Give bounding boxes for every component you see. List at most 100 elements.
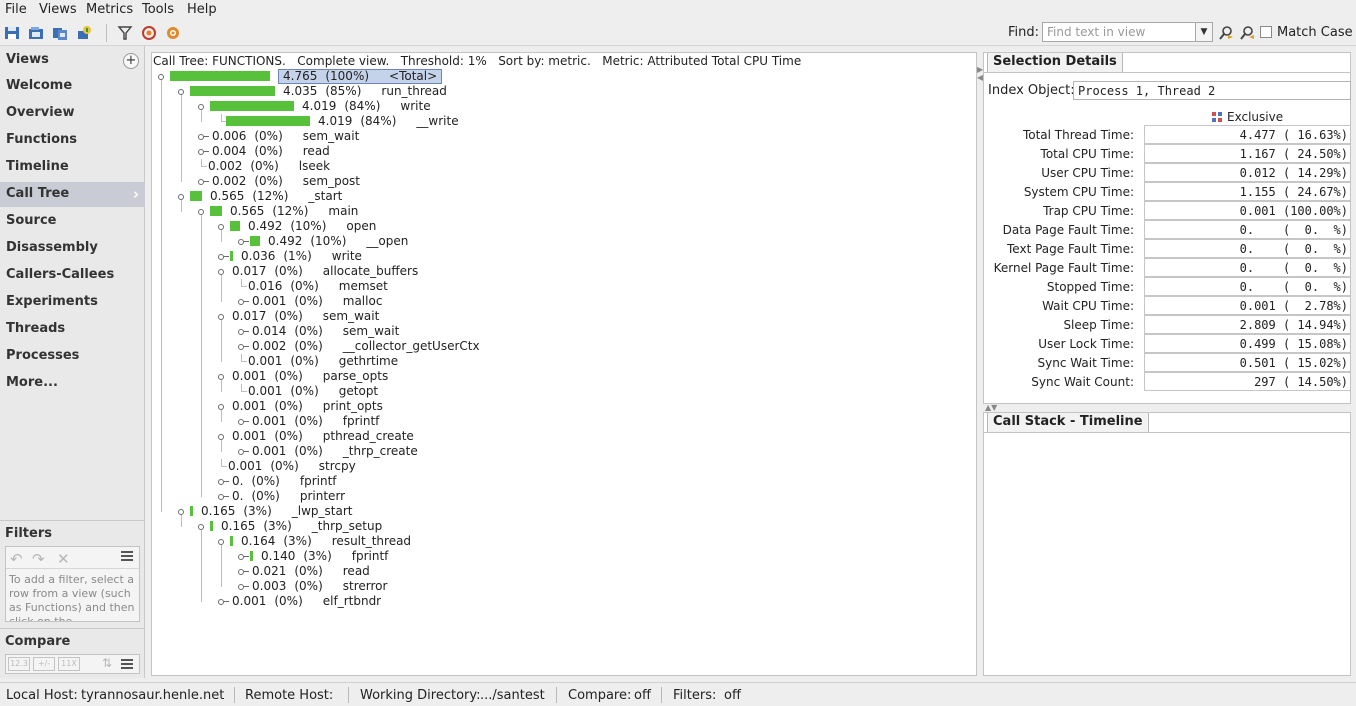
tree-row[interactable]: 0.017 (0%) sem_wait: [152, 309, 972, 324]
tree-expand-toggle-icon[interactable]: [198, 179, 204, 185]
compare-absolute-button[interactable]: 12.3: [8, 657, 30, 671]
tree-collapse-toggle-icon[interactable]: [218, 404, 224, 410]
tree-row[interactable]: 0.016 (0%) memset: [152, 279, 972, 294]
tree-row[interactable]: 0.164 (3%) result_thread: [152, 534, 972, 549]
view-item-call-tree[interactable]: Call Tree ›: [0, 182, 145, 207]
tree-row[interactable]: 0.002 (0%) sem_post: [152, 174, 972, 189]
tree-expand-toggle-icon[interactable]: [238, 449, 244, 455]
tree-row[interactable]: 0.004 (0%) read: [152, 144, 972, 159]
tree-row[interactable]: 0. (0%) printerr: [152, 489, 972, 504]
view-item-timeline[interactable]: Timeline: [0, 155, 145, 180]
tree-row[interactable]: 0.001 (0%) getopt: [152, 384, 972, 399]
tree-row[interactable]: 0.140 (3%) fprintf: [152, 549, 972, 564]
settings-gear-icon[interactable]: [164, 24, 182, 42]
tree-collapse-toggle-icon[interactable]: [158, 74, 164, 80]
view-item-source[interactable]: Source: [0, 209, 145, 234]
compare-ratio-button[interactable]: 11X: [58, 657, 80, 671]
compare-menu-icon[interactable]: [121, 659, 133, 671]
tab-call-stack-timeline[interactable]: Call Stack - Timeline: [987, 413, 1149, 433]
tree-row[interactable]: 0.021 (0%) read: [152, 564, 972, 579]
tree-expand-toggle-icon[interactable]: [238, 554, 244, 560]
tree-row[interactable]: 0.565 (12%) main: [152, 204, 972, 219]
tree-row[interactable]: 0.001 (0%) strcpy: [152, 459, 972, 474]
compare-sort-icon[interactable]: ⇅: [102, 656, 112, 670]
tree-row[interactable]: 0.001 (0%) print_opts: [152, 399, 972, 414]
tree-row[interactable]: 0.001 (0%) fprintf: [152, 414, 972, 429]
tree-collapse-toggle-icon[interactable]: [218, 224, 224, 230]
tree-expand-toggle-icon[interactable]: [238, 569, 244, 575]
tree-expand-toggle-icon[interactable]: [238, 239, 244, 245]
tree-expand-toggle-icon[interactable]: [198, 134, 204, 140]
tree-row[interactable]: 0.003 (0%) strerror: [152, 579, 972, 594]
menu-file[interactable]: File: [5, 2, 27, 17]
view-item-more[interactable]: More...: [0, 371, 145, 396]
tree-row[interactable]: 0.006 (0%) sem_wait: [152, 129, 972, 144]
view-item-welcome[interactable]: Welcome: [0, 74, 145, 99]
tree-row[interactable]: 4.019 (84%) write: [152, 99, 972, 114]
undo-filter-icon[interactable]: ↶: [10, 550, 23, 568]
tree-row[interactable]: 0.002 (0%) __collector_getUserCtx: [152, 339, 972, 354]
tree-expand-toggle-icon[interactable]: [218, 494, 224, 500]
open-experiment-icon[interactable]: [27, 24, 45, 42]
tree-row[interactable]: 0.001 (0%) gethrtime: [152, 354, 972, 369]
find-next-icon[interactable]: [1238, 24, 1256, 42]
redo-filter-icon[interactable]: ↷: [32, 550, 45, 568]
tree-row[interactable]: 0.001 (0%) elf_rtbndr: [152, 594, 972, 609]
compare-delta-button[interactable]: +/-: [33, 657, 55, 671]
find-input[interactable]: [1042, 22, 1196, 42]
tree-row[interactable]: 0. (0%) fprintf: [152, 474, 972, 489]
tree-collapse-toggle-icon[interactable]: [198, 524, 204, 530]
compare-experiments-icon[interactable]: [51, 24, 69, 42]
tree-collapse-toggle-icon[interactable]: [218, 374, 224, 380]
view-item-experiments[interactable]: Experiments: [0, 290, 145, 315]
tree-collapse-toggle-icon[interactable]: [218, 434, 224, 440]
menu-views[interactable]: Views: [39, 2, 77, 17]
tree-row[interactable]: 0.001 (0%) parse_opts: [152, 369, 972, 384]
tree-expand-toggle-icon[interactable]: [238, 299, 244, 305]
tree-expand-toggle-icon[interactable]: [238, 419, 244, 425]
view-item-functions[interactable]: Functions: [0, 128, 145, 153]
find-history-dropdown[interactable]: ▼: [1195, 22, 1213, 42]
tree-expand-toggle-icon[interactable]: [198, 149, 204, 155]
tree-collapse-toggle-icon[interactable]: [178, 509, 184, 515]
tree-collapse-toggle-icon[interactable]: [198, 104, 204, 110]
tree-row[interactable]: 0.165 (3%) _lwp_start: [152, 504, 972, 519]
tree-row[interactable]: 0.492 (10%) __open: [152, 234, 972, 249]
tree-expand-toggle-icon[interactable]: [238, 344, 244, 350]
menu-help[interactable]: Help: [187, 2, 217, 17]
tree-collapse-toggle-icon[interactable]: [178, 89, 184, 95]
find-previous-icon[interactable]: [1217, 24, 1235, 42]
tree-collapse-toggle-icon[interactable]: [218, 269, 224, 275]
tree-row[interactable]: 0.002 (0%) lseek: [152, 159, 972, 174]
tree-row[interactable]: 4.765 (100%) <Total>: [152, 69, 972, 84]
remove-filters-icon[interactable]: ✕: [57, 550, 70, 568]
tree-row[interactable]: 0.001 (0%) _thrp_create: [152, 444, 972, 459]
menu-metrics[interactable]: Metrics: [86, 2, 133, 17]
tree-row[interactable]: 4.035 (85%) run_thread: [152, 84, 972, 99]
view-item-threads[interactable]: Threads: [0, 317, 145, 342]
add-view-button[interactable]: +: [123, 53, 139, 69]
filter-icon[interactable]: [116, 24, 134, 42]
profile-application-icon[interactable]: [75, 24, 93, 42]
tree-row[interactable]: 4.019 (84%) __write: [152, 114, 972, 129]
filters-menu-icon[interactable]: [121, 551, 133, 563]
tree-collapse-toggle-icon[interactable]: [218, 539, 224, 545]
tree-row[interactable]: 0.001 (0%) malloc: [152, 294, 972, 309]
tree-row[interactable]: 0.036 (1%) write: [152, 249, 972, 264]
view-item-disassembly[interactable]: Disassembly: [0, 236, 145, 261]
view-item-overview[interactable]: Overview: [0, 101, 145, 126]
tree-expand-toggle-icon[interactable]: [238, 329, 244, 335]
tree-expand-toggle-icon[interactable]: [218, 599, 224, 605]
tree-collapse-toggle-icon[interactable]: [198, 209, 204, 215]
tree-collapse-toggle-icon[interactable]: [178, 194, 184, 200]
tree-collapse-toggle-icon[interactable]: [218, 314, 224, 320]
tree-row[interactable]: 0.165 (3%) _thrp_setup: [152, 519, 972, 534]
menu-tools[interactable]: Tools: [142, 2, 174, 17]
tree-expand-toggle-icon[interactable]: [238, 584, 244, 590]
tree-row[interactable]: 0.017 (0%) allocate_buffers: [152, 264, 972, 279]
match-case-checkbox[interactable]: [1260, 26, 1272, 38]
tree-row[interactable]: 0.001 (0%) pthread_create: [152, 429, 972, 444]
mark-icon[interactable]: [140, 24, 158, 42]
save-icon[interactable]: [3, 24, 21, 42]
tree-row[interactable]: 0.492 (10%) open: [152, 219, 972, 234]
